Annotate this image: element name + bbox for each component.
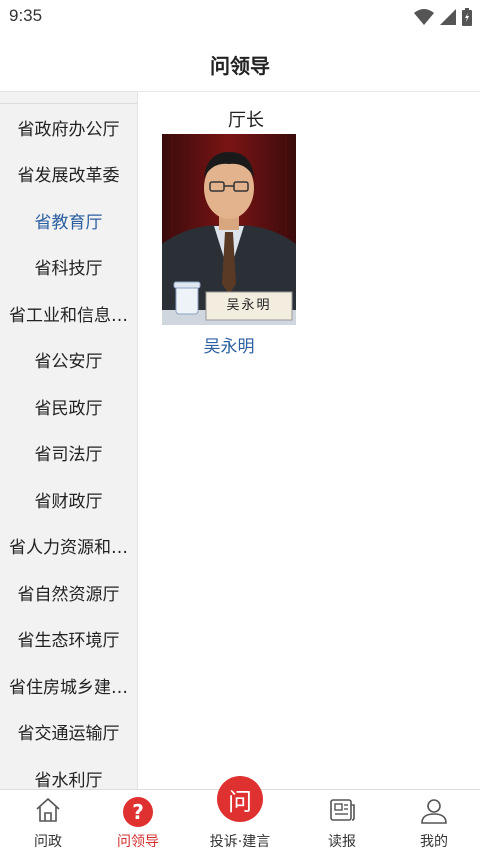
sidebar-item-label: 省发展改革委 xyxy=(17,166,120,187)
sidebar-item[interactable]: 省交通运输厅 xyxy=(0,709,137,756)
sidebar-item-label: 省教育厅 xyxy=(34,212,103,233)
tab-label: 读报 xyxy=(328,834,356,850)
tab-label: 问领导 xyxy=(117,834,159,850)
tab-label: 问政 xyxy=(34,834,62,850)
sidebar-item[interactable]: 省财政厅 xyxy=(0,476,137,523)
bottom-tab-bar: 问政 ? 问领导 问 投诉·建言 读报 我的 xyxy=(0,776,480,853)
status-bar: 9:35 xyxy=(0,0,480,34)
home-icon xyxy=(36,797,60,822)
status-time: 9:35 xyxy=(9,6,43,25)
sidebar-item-label: 省生态环境厅 xyxy=(17,631,120,652)
sidebar-item[interactable]: 省人力资源和… xyxy=(0,523,137,570)
sidebar-item[interactable]: 省政府办公厅 xyxy=(0,104,137,151)
sidebar-item-label: 省财政厅 xyxy=(34,491,103,512)
sidebar-item-label: 省民政厅 xyxy=(34,398,103,419)
sidebar-item-label: 省交通运输厅 xyxy=(17,724,120,745)
sidebar-item-label: 省司法厅 xyxy=(34,445,103,466)
nameplate-text: 吴永明 xyxy=(226,298,272,313)
sidebar-item-label: 省住房城乡建… xyxy=(9,677,128,698)
tab-complaint-suggest[interactable]: 问 投诉·建言 xyxy=(192,776,288,853)
sidebar-item-label: 省公安厅 xyxy=(34,352,103,373)
sidebar-item[interactable]: 省司法厅 xyxy=(0,430,137,477)
ask-icon[interactable]: 问 xyxy=(217,776,263,822)
newspaper-icon xyxy=(330,799,355,821)
sidebar-item[interactable]: 省自然资源厅 xyxy=(0,569,137,616)
leader-content: 厅长 吴永明 吴永明 xyxy=(138,92,480,789)
sidebar-item[interactable]: 省公安厅 xyxy=(0,337,137,384)
tab-wen-lingdao[interactable]: ? 问领导 xyxy=(90,790,186,853)
battery-icon xyxy=(462,8,472,26)
tab-mine[interactable]: 我的 xyxy=(386,790,480,853)
sidebar-item[interactable]: 省工业和信息… xyxy=(0,290,137,337)
sidebar-top-divider xyxy=(0,92,137,104)
user-icon xyxy=(421,799,447,824)
sidebar-item-label: 省政府办公厅 xyxy=(17,119,120,140)
sidebar-item[interactable]: 省生态环境厅 xyxy=(0,616,137,663)
tab-read-paper[interactable]: 读报 xyxy=(294,790,390,853)
question-icon: ? xyxy=(123,797,153,827)
sidebar-item-label: 省自然资源厅 xyxy=(17,584,120,605)
sidebar-item[interactable]: 省发展改革委 xyxy=(0,151,137,198)
tab-wenzheng[interactable]: 问政 xyxy=(0,790,96,853)
leader-name[interactable]: 吴永明 xyxy=(162,332,296,357)
sidebar-item-active[interactable]: 省教育厅 xyxy=(0,197,137,244)
sidebar-item[interactable]: 省住房城乡建… xyxy=(0,662,137,709)
sidebar-item[interactable]: 省科技厅 xyxy=(0,244,137,291)
sidebar-item-label: 省人力资源和… xyxy=(9,538,128,559)
sidebar-item[interactable]: 省水利厅 xyxy=(0,755,137,789)
leader-card[interactable]: 吴永明 吴永明 xyxy=(162,134,296,357)
sidebar-item-label: 省工业和信息… xyxy=(9,305,128,326)
sidebar-item-label: 省水利厅 xyxy=(34,770,103,789)
tab-label: 我的 xyxy=(420,834,448,850)
sidebar-item-label: 省科技厅 xyxy=(34,259,103,280)
title-bar: 问领导 xyxy=(0,34,480,92)
signal-icon xyxy=(440,9,456,25)
page-title: 问领导 xyxy=(210,54,270,78)
department-sidebar[interactable]: 省政府办公厅 省发展改革委 省教育厅 省科技厅 省工业和信息… 省公安厅 省民政… xyxy=(0,92,138,789)
sidebar-item[interactable]: 省民政厅 xyxy=(0,383,137,430)
tab-label: 投诉·建言 xyxy=(209,834,271,850)
svg-text:?: ? xyxy=(132,800,144,824)
status-icons xyxy=(414,7,472,27)
wifi-icon xyxy=(414,9,434,25)
